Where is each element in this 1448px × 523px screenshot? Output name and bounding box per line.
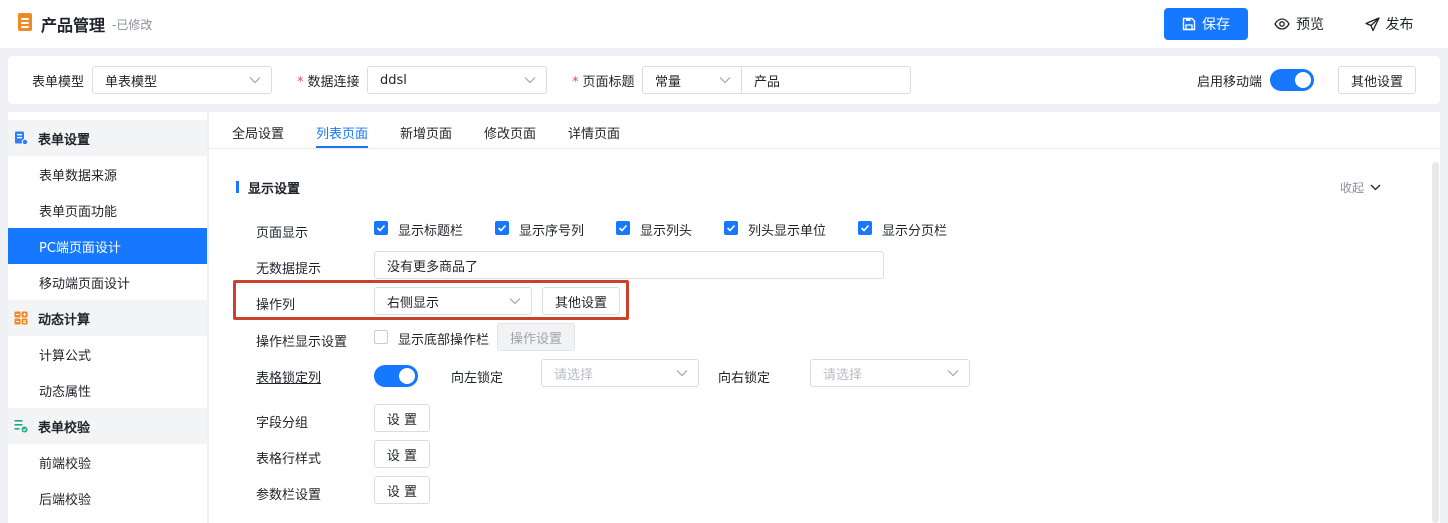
mobile-label: 启用移动端 (1197, 75, 1263, 90)
page-title-type-value: 常量 (655, 74, 682, 90)
config-bar: 表单模型 单表模型 * 数据连接 ddsl * 页面标题 常量 产品 启用移动端 其… (8, 56, 1440, 104)
sidebar-item-frontend-check[interactable]: 前端校验 (8, 444, 207, 480)
highlight-annotation (233, 280, 629, 320)
lock-right-label: 向右锁定 (718, 371, 771, 386)
header-unit-checkbox[interactable] (724, 221, 738, 235)
show-title-checkbox[interactable] (374, 221, 388, 235)
preview-label: 预览 (1296, 17, 1324, 33)
chevron-down-icon (947, 370, 959, 377)
action-bar-label: 操作栏显示设置 (256, 335, 348, 350)
lock-col-label: 表格锁定列 (256, 371, 322, 386)
publish-label: 发布 (1385, 17, 1414, 33)
row-style-label: 表格行样式 (256, 452, 322, 467)
chevron-down-icon (719, 77, 731, 84)
page-display-label: 页面显示 (256, 226, 309, 241)
collapse-toggle[interactable]: 收起 (1340, 179, 1381, 196)
show-pager-checkbox[interactable] (858, 221, 872, 235)
save-label: 保存 (1202, 17, 1230, 33)
preview-button[interactable]: 预览 (1266, 8, 1332, 40)
page-title-label: * 页面标题 (572, 75, 635, 90)
lock-left-select[interactable]: 请选择 (541, 359, 699, 387)
data-conn-select[interactable]: ddsl (367, 66, 547, 94)
form-model-select[interactable]: 单表模型 (92, 66, 272, 94)
sidebar-item-formula[interactable]: 计算公式 (8, 336, 207, 372)
page-title-input[interactable]: 产品 (741, 66, 911, 94)
tab-list-page[interactable]: 列表页面 (316, 123, 368, 142)
show-index-checkbox[interactable] (495, 221, 509, 235)
section-marker (236, 181, 239, 193)
data-conn-label: * 数据连接 (297, 75, 360, 90)
chevron-down-icon (249, 77, 261, 84)
lock-right-placeholder: 请选择 (823, 367, 863, 383)
no-data-label: 无数据提示 (256, 262, 322, 277)
lock-left-placeholder: 请选择 (554, 367, 594, 383)
chevron-down-icon (1370, 184, 1381, 191)
sidebar-item-data-source[interactable]: 表单数据来源 (8, 156, 207, 192)
param-bar-set-button[interactable]: 设 置 (374, 476, 430, 504)
sidebar-group-validation[interactable]: 表单校验 (8, 408, 207, 444)
sidebar-item-page-function[interactable]: 表单页面功能 (8, 192, 207, 228)
main-panel: 全局设置 列表页面 新增页面 修改页面 详情页面 显示设置 收起 页面显示 显示… (209, 112, 1440, 523)
sidebar-item-mobile-design[interactable]: 移动端页面设计 (8, 264, 207, 300)
save-icon (1182, 17, 1196, 31)
tab-global[interactable]: 全局设置 (232, 123, 284, 142)
tab-add-page[interactable]: 新增页面 (400, 123, 452, 142)
sidebar-item-dynamic-attr[interactable]: 动态属性 (8, 372, 207, 408)
publish-button[interactable]: 发布 (1356, 8, 1422, 40)
send-icon (1364, 16, 1380, 31)
sidebar-group-label: 表单校验 (38, 420, 91, 436)
validation-icon (14, 419, 28, 433)
tab-bar: 全局设置 列表页面 新增页面 修改页面 详情页面 (209, 112, 1440, 149)
save-button[interactable]: 保存 (1164, 8, 1248, 40)
bottom-action-bar-label: 显示底部操作栏 (398, 333, 490, 348)
sidebar-group-dynamic-calc[interactable]: 动态计算 (8, 300, 207, 336)
sidebar-item-pc-design[interactable]: PC端页面设计 (8, 228, 207, 264)
field-group-set-button[interactable]: 设 置 (374, 404, 430, 432)
scrollbar[interactable] (1432, 162, 1439, 523)
show-index-label: 显示序号列 (519, 224, 585, 239)
modified-status: -已修改 (112, 18, 153, 32)
data-conn-value: ddsl (380, 72, 407, 88)
bottom-action-bar-checkbox[interactable] (374, 330, 388, 344)
tab-edit-page[interactable]: 修改页面 (484, 123, 536, 142)
field-group-label: 字段分组 (256, 416, 309, 431)
show-title-label: 显示标题栏 (398, 224, 464, 239)
action-settings-button[interactable]: 操作设置 (497, 323, 575, 351)
top-header: 产品管理 -已修改 保存 预览 发布 (0, 0, 1448, 48)
page-title: 产品管理 (41, 16, 106, 35)
form-model-value: 单表模型 (105, 74, 158, 90)
param-bar-label: 参数栏设置 (256, 488, 322, 503)
lock-col-toggle[interactable] (374, 365, 418, 387)
form-settings-icon (14, 131, 29, 146)
sidebar: 表单设置 表单数据来源 表单页面功能 PC端页面设计 移动端页面设计 动态计算 … (8, 112, 207, 523)
lock-right-select[interactable]: 请选择 (810, 359, 970, 387)
page-title-type-select[interactable]: 常量 (642, 66, 742, 94)
tab-active-indicator (316, 146, 368, 148)
mobile-toggle[interactable] (1270, 69, 1314, 91)
chevron-down-icon (524, 77, 536, 84)
no-data-value: 没有更多商品了 (387, 259, 479, 275)
show-header-label: 显示列头 (640, 224, 693, 239)
collapse-label: 收起 (1340, 181, 1365, 195)
tab-detail-page[interactable]: 详情页面 (568, 123, 620, 142)
other-settings-button[interactable]: 其他设置 (1338, 66, 1416, 94)
header-unit-label: 列头显示单位 (748, 224, 827, 239)
eye-icon (1274, 18, 1290, 30)
sidebar-group-label: 表单设置 (38, 132, 91, 148)
section-title: 显示设置 (248, 182, 301, 197)
show-header-checkbox[interactable] (616, 221, 630, 235)
sidebar-group-label: 动态计算 (38, 312, 91, 328)
chevron-down-icon (676, 370, 688, 377)
calculator-icon (14, 311, 28, 325)
form-app-icon (18, 13, 32, 31)
sidebar-group-form-settings[interactable]: 表单设置 (8, 120, 207, 156)
row-style-set-button[interactable]: 设 置 (374, 440, 430, 468)
sidebar-item-backend-check[interactable]: 后端校验 (8, 480, 207, 516)
lock-left-label: 向左锁定 (451, 371, 504, 386)
show-pager-label: 显示分页栏 (882, 224, 948, 239)
page-title-value: 产品 (754, 74, 781, 90)
no-data-input[interactable]: 没有更多商品了 (374, 251, 884, 279)
form-model-label: 表单模型 (32, 75, 85, 90)
